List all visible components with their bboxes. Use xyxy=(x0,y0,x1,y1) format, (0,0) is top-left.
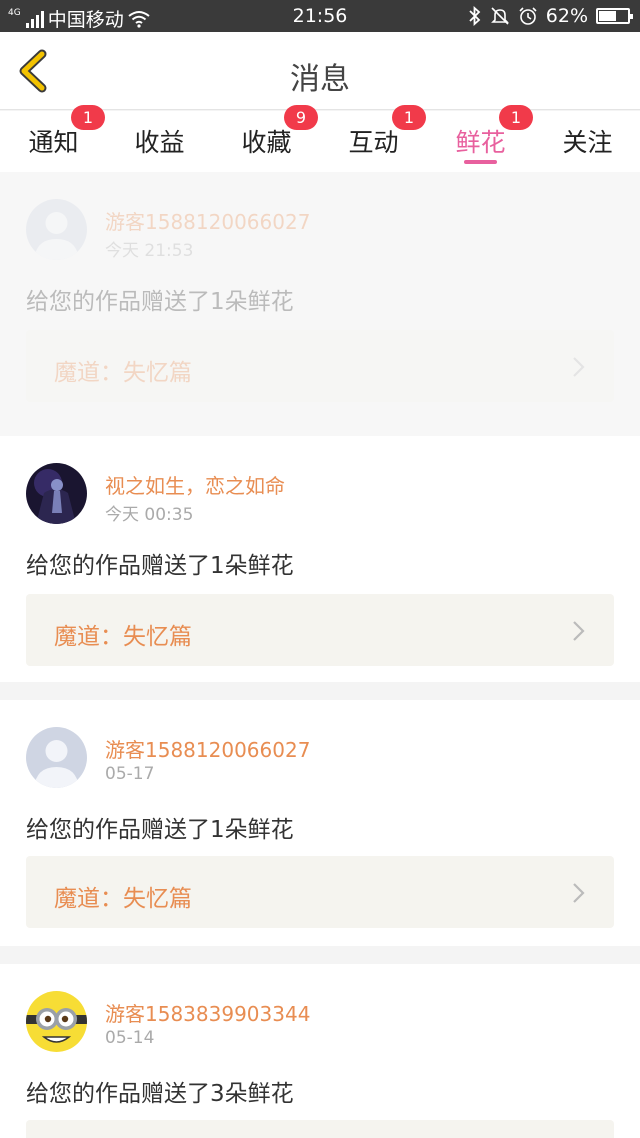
sender-name[interactable]: 游客1588120066027 xyxy=(105,734,310,763)
work-link[interactable] xyxy=(26,1120,614,1138)
avatar[interactable] xyxy=(26,991,87,1052)
work-title: 魔道：失忆篇 xyxy=(54,360,192,386)
navigation-header: 消息 xyxy=(0,32,640,110)
battery-percent: 62% xyxy=(545,5,588,27)
tab-label: 收益 xyxy=(134,128,185,157)
work-link[interactable]: 魔道：失忆篇 xyxy=(26,330,614,402)
unread-badge: 1 xyxy=(392,105,426,130)
bluetooth-icon xyxy=(469,6,481,26)
flower-message-card: 视之如生，恋之如命 今天 00:35 给您的作品赠送了1朵鲜花 魔道：失忆篇 xyxy=(0,436,640,682)
active-tab-indicator xyxy=(464,160,497,164)
chevron-right-icon xyxy=(573,883,585,903)
message-time: 今天 21:53 xyxy=(105,241,194,261)
tab-notifications[interactable]: 通知 1 xyxy=(0,105,107,172)
mute-icon xyxy=(490,7,509,25)
message-text: 给您的作品赠送了1朵鲜花 xyxy=(26,553,294,579)
message-time: 今天 00:35 xyxy=(105,505,194,525)
tab-following[interactable]: 关注 xyxy=(534,111,640,172)
tab-flowers[interactable]: 鲜花 1 xyxy=(427,105,534,172)
flower-message-card: 游客1588120066027 05-17 给您的作品赠送了1朵鲜花 魔道：失忆… xyxy=(0,700,640,946)
alarm-icon xyxy=(519,7,537,25)
chevron-right-icon xyxy=(573,621,585,641)
flower-message-card: 游客1588120066027 今天 21:53 给您的作品赠送了1朵鲜花 魔道… xyxy=(0,172,640,436)
tab-interactions[interactable]: 互动 1 xyxy=(320,105,427,172)
sender-name[interactable]: 视之如生，恋之如命 xyxy=(105,470,285,499)
chevron-right-icon xyxy=(573,357,585,377)
message-text: 给您的作品赠送了1朵鲜花 xyxy=(26,289,294,315)
flower-message-card: 游客1583839903344 05-14 给您的作品赠送了3朵鲜花 xyxy=(0,964,640,1138)
tab-label: 关注 xyxy=(562,128,613,157)
unread-badge: 1 xyxy=(71,105,105,130)
page-title: 消息 xyxy=(290,62,350,97)
avatar[interactable] xyxy=(26,727,87,788)
minion-avatar-icon xyxy=(26,991,87,1052)
work-link[interactable]: 魔道：失忆篇 xyxy=(26,594,614,666)
work-title: 魔道：失忆篇 xyxy=(54,624,192,650)
sender-name[interactable]: 游客1588120066027 xyxy=(105,206,310,235)
battery-fill xyxy=(599,11,616,21)
message-time: 05-14 xyxy=(105,1028,155,1048)
battery-icon xyxy=(596,8,633,24)
tab-bar: 通知 1 收益 收藏 9 互动 1 鲜花 1 关注 xyxy=(0,105,640,172)
dark-photo-avatar-icon xyxy=(26,463,87,524)
message-text: 给您的作品赠送了1朵鲜花 xyxy=(26,817,294,843)
avatar[interactable] xyxy=(26,463,87,524)
work-title: 魔道：失忆篇 xyxy=(54,886,192,912)
tab-earnings[interactable]: 收益 xyxy=(106,111,213,172)
avatar[interactable] xyxy=(26,199,87,260)
unread-badge: 1 xyxy=(499,105,533,130)
sender-name[interactable]: 游客1583839903344 xyxy=(105,998,310,1027)
message-time: 05-17 xyxy=(105,764,155,784)
default-avatar-icon xyxy=(26,727,87,788)
status-bar: 4G 中国移动 21:56 62% xyxy=(0,0,640,32)
unread-badge: 9 xyxy=(284,105,318,130)
message-text: 给您的作品赠送了3朵鲜花 xyxy=(26,1081,294,1107)
status-right: 62% xyxy=(468,5,633,27)
default-avatar-icon xyxy=(26,199,87,260)
tab-favorites[interactable]: 收藏 9 xyxy=(213,105,320,172)
work-link[interactable]: 魔道：失忆篇 xyxy=(26,856,614,928)
